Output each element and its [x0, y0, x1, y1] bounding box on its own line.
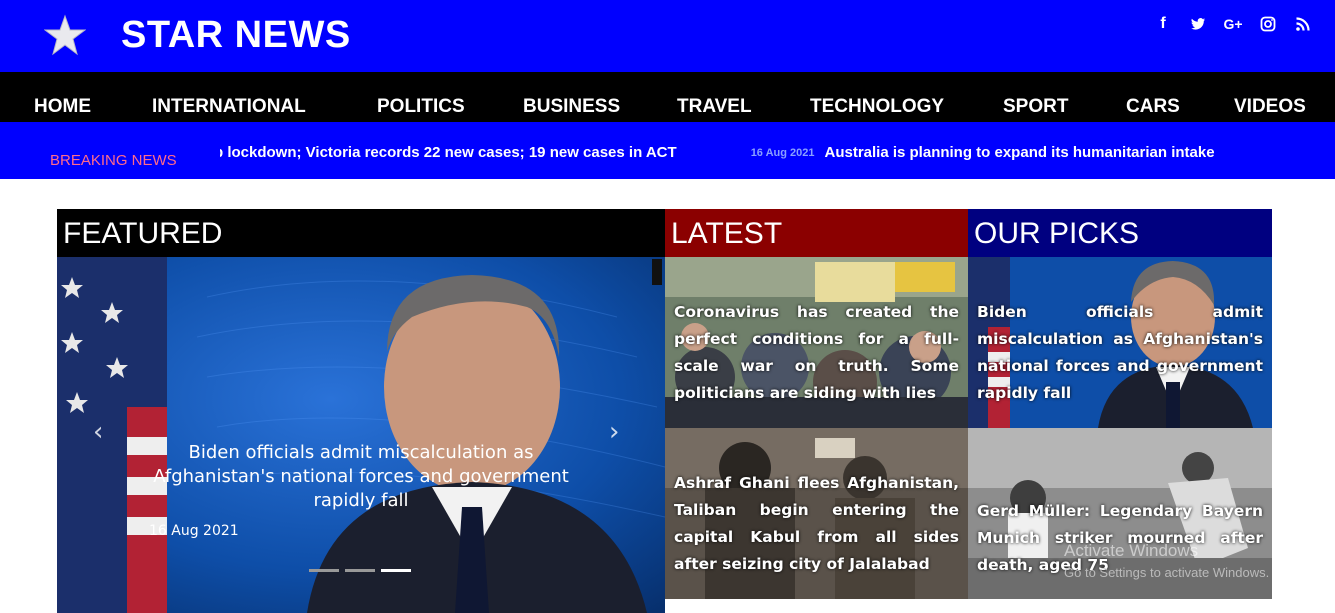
picks-card-title[interactable]: Biden officials admit miscalculation as …	[977, 299, 1263, 407]
previous-arrow-icon[interactable]: ‹	[93, 417, 103, 447]
nav-item-sport[interactable]: SPORT	[1003, 96, 1068, 118]
carousel-dot[interactable]	[309, 569, 339, 572]
featured-caption[interactable]: Biden officials admit miscalculation as …	[137, 441, 585, 513]
nav-item-videos[interactable]: VIDEOS	[1234, 96, 1306, 118]
latest-section: LATEST Coronavirus has created the perfe…	[665, 209, 968, 613]
activate-windows-title: Activate Windows	[1064, 541, 1199, 560]
latest-card[interactable]: Coronavirus has created the perfect cond…	[665, 257, 968, 428]
site-title[interactable]: STAR NEWS	[121, 14, 351, 57]
featured-heading: FEATURED	[63, 217, 223, 250]
ticker-item[interactable]: p lockdown; Victoria records 22 new case…	[220, 144, 677, 161]
site-header: STAR NEWS f G+	[0, 0, 1335, 72]
twitter-icon[interactable]	[1188, 14, 1208, 34]
ticker-date: 16 Aug 2021	[750, 146, 815, 159]
latest-card-title[interactable]: Ashraf Ghani flees Afghanistan, Taliban …	[674, 470, 959, 578]
featured-image	[57, 257, 665, 613]
google-plus-icon[interactable]: G+	[1223, 14, 1243, 34]
featured-date: 16 Aug 2021	[149, 523, 239, 539]
featured-section: FEATURED ‹ › Biden officials admit misca…	[57, 209, 665, 613]
star-icon[interactable]	[44, 14, 86, 56]
social-links: f G+	[1153, 14, 1313, 34]
carousel-indicators	[309, 569, 411, 572]
nav-item-technology[interactable]: TECHNOLOGY	[810, 96, 944, 118]
rss-icon[interactable]	[1293, 14, 1313, 34]
facebook-icon[interactable]: f	[1153, 14, 1173, 34]
carousel-dot-active[interactable]	[381, 569, 411, 572]
breaking-news-bar: BREAKING NEWS p lockdown; Victoria recor…	[0, 122, 1335, 179]
breaking-news-label: BREAKING NEWS	[50, 152, 177, 169]
ticker-item[interactable]: Australia is planning to expand its huma…	[824, 144, 1214, 161]
latest-card[interactable]: Ashraf Ghani flees Afghanistan, Taliban …	[665, 428, 968, 599]
our-picks-heading: OUR PICKS	[968, 209, 1272, 257]
nav-item-international[interactable]: INTERNATIONAL	[152, 96, 306, 118]
latest-heading: LATEST	[665, 209, 968, 257]
next-arrow-icon[interactable]: ›	[609, 417, 619, 447]
instagram-icon[interactable]	[1258, 14, 1278, 34]
latest-card-title[interactable]: Coronavirus has created the perfect cond…	[674, 299, 959, 407]
nav-item-travel[interactable]: TRAVEL	[677, 96, 752, 118]
carousel-dot[interactable]	[345, 569, 375, 572]
nav-item-home[interactable]: HOME	[34, 96, 91, 118]
featured-slide[interactable]: ‹ › Biden officials admit miscalculation…	[57, 257, 665, 613]
activate-windows-subtitle: Go to Settings to activate Windows.	[1064, 565, 1270, 580]
picks-card[interactable]: Biden officials admit miscalculation as …	[968, 257, 1272, 428]
nav-item-cars[interactable]: CARS	[1126, 96, 1180, 118]
nav-item-business[interactable]: BUSINESS	[523, 96, 620, 118]
nav-item-politics[interactable]: POLITICS	[377, 96, 465, 118]
main-nav: HOME INTERNATIONAL POLITICS BUSINESS TRA…	[0, 72, 1335, 122]
news-ticker: p lockdown; Victoria records 22 new case…	[220, 144, 1310, 168]
